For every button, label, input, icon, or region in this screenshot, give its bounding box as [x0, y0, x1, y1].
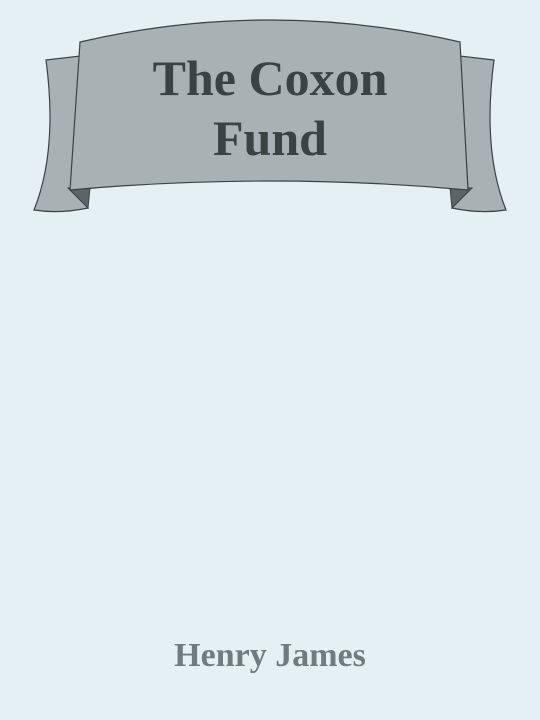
book-title: The Coxon Fund [80, 48, 460, 168]
book-author: Henry James [174, 637, 366, 674]
book-cover: The Coxon Fund Henry James [0, 0, 540, 720]
title-line-1: The Coxon [152, 50, 388, 106]
title-line-2: Fund [213, 110, 327, 166]
